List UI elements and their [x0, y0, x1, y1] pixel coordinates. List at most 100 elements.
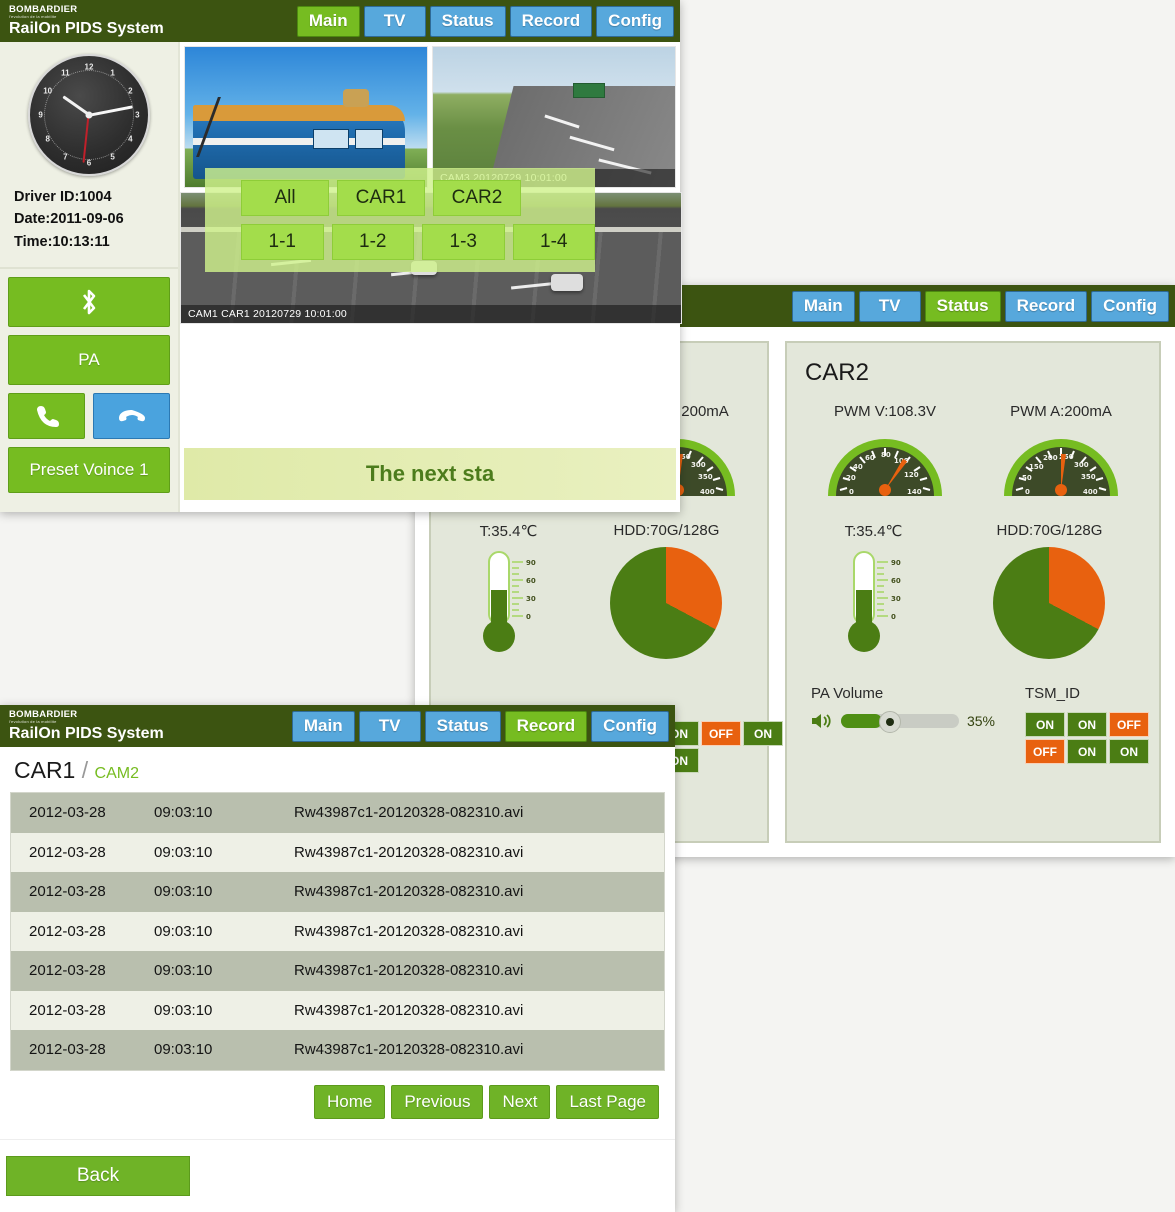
brand-product-record: RailOn PIDS System — [9, 726, 164, 742]
row-time: 09:03:10 — [154, 844, 294, 861]
tab-config[interactable]: Config — [596, 6, 674, 37]
date-value: 2011-09-06 — [50, 211, 123, 227]
tsm-switch-4[interactable]: OFF — [1025, 739, 1065, 764]
last-page-button[interactable]: Last Page — [556, 1085, 659, 1119]
tab-main[interactable]: Main — [297, 6, 360, 37]
svg-text:0: 0 — [526, 613, 531, 621]
video-feed-train[interactable] — [184, 46, 428, 188]
tab-record[interactable]: Record — [510, 6, 593, 37]
clock-num-11: 11 — [61, 68, 69, 77]
volume-track[interactable] — [841, 714, 959, 728]
car2-hdd-title: HDD:70G/128G — [997, 522, 1103, 539]
svg-text:150: 150 — [1029, 463, 1044, 471]
select-cam-1-3-button[interactable]: 1-3 — [422, 224, 505, 260]
home-page-button[interactable]: Home — [314, 1085, 385, 1119]
volume-fill — [841, 714, 882, 728]
tab-record[interactable]: Record — [1005, 291, 1088, 322]
tab-tv[interactable]: TV — [359, 711, 421, 742]
car2-temp-title: T:35.4℃ — [845, 522, 903, 540]
record-titlebar: BOMBARDIER l'evolution de la mobilite Ra… — [0, 705, 675, 747]
call-button[interactable] — [8, 393, 85, 439]
svg-text:30: 30 — [526, 595, 536, 603]
pa-volume-slider[interactable]: 35% — [811, 712, 995, 730]
tsm-switch-6[interactable]: ON — [1109, 739, 1149, 764]
select-car1-button[interactable]: CAR1 — [337, 180, 425, 216]
tab-status[interactable]: Status — [425, 711, 501, 742]
time-line: Time:10:13:11 — [14, 231, 178, 253]
main-right-column: CAM3 20120729 10:01:00 CAM1 CAR1 2012072… — [180, 42, 680, 512]
table-row[interactable]: 2012-03-28 09:03:10 Rw43987c1-20120328-0… — [11, 1030, 664, 1070]
select-cam-1-4-button[interactable]: 1-4 — [513, 224, 596, 260]
tab-status[interactable]: Status — [430, 6, 506, 37]
status-tabbar: Main TV Status Record Config — [792, 291, 1175, 322]
hangup-button[interactable] — [93, 393, 170, 439]
brand-logo-record: BOMBARDIER l'evolution de la mobilite Ra… — [0, 710, 164, 743]
main-window: BOMBARDIER l'evolution de la mobilite Ra… — [0, 0, 680, 512]
table-row[interactable]: 2012-03-28 09:03:10 Rw43987c1-20120328-0… — [11, 793, 664, 833]
tsm-switch-3[interactable]: OFF — [1109, 712, 1149, 737]
preset-voice-button[interactable]: Preset Voince 1 — [8, 447, 170, 493]
video-road-image — [433, 47, 675, 187]
car1-temp-title: T:35.4℃ — [480, 522, 538, 540]
back-button[interactable]: Back — [6, 1156, 190, 1196]
previous-page-button[interactable]: Previous — [391, 1085, 483, 1119]
tab-tv[interactable]: TV — [859, 291, 921, 322]
car1-hdd-title: HDD:70G/128G — [614, 522, 720, 539]
tab-config[interactable]: Config — [591, 711, 669, 742]
record-cam-label[interactable]: CAM2 — [95, 765, 139, 782]
clock-num-7: 7 — [63, 153, 67, 162]
tab-main[interactable]: Main — [292, 711, 355, 742]
car2-pwm-v-gauge: 02040 6080100 120140 — [824, 428, 946, 496]
select-cam-1-1-button[interactable]: 1-1 — [241, 224, 324, 260]
svg-text:90: 90 — [891, 559, 901, 567]
bluetooth-button[interactable] — [8, 277, 170, 327]
video-row: CAM3 20120729 10:01:00 — [180, 42, 680, 188]
table-row[interactable]: 2012-03-28 09:03:10 Rw43987c1-20120328-0… — [11, 912, 664, 952]
pa-button[interactable]: PA — [8, 335, 170, 385]
car1-switch-2[interactable]: OFF — [701, 721, 741, 746]
select-car2-button[interactable]: CAR2 — [433, 180, 521, 216]
video-feed-road[interactable]: CAM3 20120729 10:01:00 — [432, 46, 676, 188]
tab-tv[interactable]: TV — [364, 6, 426, 37]
analog-clock: 12 1 2 3 4 5 6 7 8 9 10 11 — [28, 54, 150, 176]
tab-main[interactable]: Main — [792, 291, 855, 322]
car1-hdd-pie — [610, 547, 722, 659]
select-all-button[interactable]: All — [241, 180, 329, 216]
tab-record[interactable]: Record — [505, 711, 588, 742]
car2-hdd-cell: HDD:70G/128G — [993, 522, 1105, 659]
record-breadcrumb: CAR1 / CAM2 — [0, 747, 675, 792]
volume-knob[interactable] — [879, 711, 901, 733]
clock-num-9: 9 — [38, 111, 42, 120]
next-page-button[interactable]: Next — [489, 1085, 550, 1119]
svg-text:30: 30 — [891, 595, 901, 603]
next-station-banner: The next sta — [184, 448, 676, 500]
bluetooth-icon — [78, 287, 100, 317]
tsm-switch-1[interactable]: ON — [1025, 712, 1065, 737]
clock-num-5: 5 — [110, 153, 114, 162]
car2-panel: CAR2 PWM V:108.3V — [785, 341, 1161, 843]
svg-text:300: 300 — [1074, 461, 1089, 469]
driver-id-value: 1004 — [79, 189, 111, 205]
car1-switch-3[interactable]: ON — [743, 721, 783, 746]
clock-num-6: 6 — [87, 159, 91, 168]
svg-text:120: 120 — [904, 471, 919, 479]
table-row[interactable]: 2012-03-28 09:03:10 Rw43987c1-20120328-0… — [11, 991, 664, 1031]
car2-pwm-a-title: PWM A:200mA — [1010, 403, 1112, 420]
car-selector-overlay: All CAR1 CAR2 1-1 1-2 1-3 1-4 — [205, 168, 595, 272]
tab-status[interactable]: Status — [925, 291, 1001, 322]
phone-hangup-icon — [118, 407, 146, 425]
tsm-switch-5[interactable]: ON — [1067, 739, 1107, 764]
row-date: 2012-03-28 — [11, 962, 154, 979]
table-row[interactable]: 2012-03-28 09:03:10 Rw43987c1-20120328-0… — [11, 951, 664, 991]
table-row[interactable]: 2012-03-28 09:03:10 Rw43987c1-20120328-0… — [11, 833, 664, 873]
car-selector-row-2: 1-1 1-2 1-3 1-4 — [205, 224, 595, 260]
car2-pwm-a-cell: PWM A:200mA — [1000, 403, 1122, 496]
table-row[interactable]: 2012-03-28 09:03:10 Rw43987c1-20120328-0… — [11, 872, 664, 912]
select-cam-1-2-button[interactable]: 1-2 — [332, 224, 415, 260]
svg-text:40: 40 — [853, 463, 863, 471]
svg-text:0: 0 — [849, 488, 854, 496]
row-date: 2012-03-28 — [11, 923, 154, 940]
tab-config[interactable]: Config — [1091, 291, 1169, 322]
tsm-switch-2[interactable]: ON — [1067, 712, 1107, 737]
record-tabbar: Main TV Status Record Config — [292, 711, 675, 742]
